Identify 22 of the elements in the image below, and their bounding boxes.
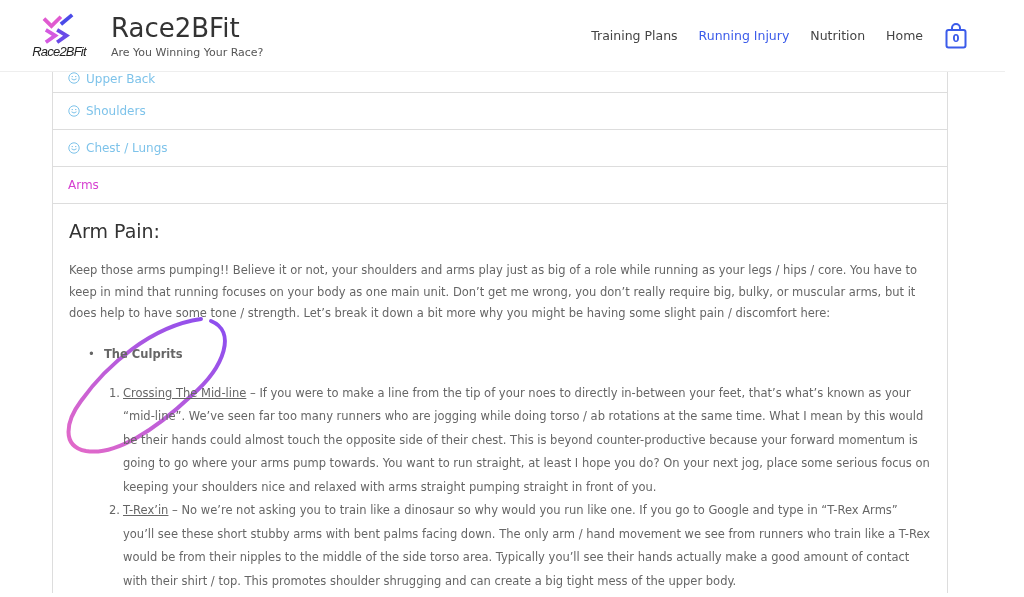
list-item: T-Rex’in – No we’re not asking you to train like a dinosaur so why would you run like one. If you go to Google and type in “T-Rex Arms” you’ll see these short stubby arms with bent palms facing down. The only arm / hand movement we see from runners who train like a T-Rex would be from their nipples to the middle of the side torso area. Typically you’ll see their hands actually make a good amount of contact with their shirt / top. This promotes shoulder shrugging and can create a big tight mess of the upper body. [123,502,931,590]
nav-link[interactable]: Nutrition [810,28,866,43]
site-tagline: Are You Winning Your Race? [111,46,264,59]
nav-link[interactable]: Home [886,28,923,43]
bag-icon [945,22,967,49]
nav-link[interactable]: Training Plans [591,28,678,43]
list-number: 2. [109,502,121,519]
cart-button[interactable]: 0 [945,22,967,49]
logo[interactable]: Race2BFit [27,12,91,59]
article-heading: Arm Pain: [69,219,161,243]
smiley-icon [68,72,80,84]
site-title[interactable]: Race2BFit [111,12,264,44]
link[interactable]: T-Rex’in [123,503,169,517]
smiley-icon [68,105,80,117]
intro-paragraph: Keep those arms pumping!! Believe it or not, your shoulders and arms play just as big of a role while running as your legs / hips / core. You have to keep in mind that running focuses on your body as one main unit. Don’t get me wrong, you don’t really require big, bulky, or muscular arms, but it does help to have some tone / strength. Let’s break it down a bit more why you might be having some slight pain / discomfort here: [69,262,918,322]
bullet-marker: • [88,345,96,363]
accordion-item[interactable]: Arms [53,167,947,204]
nav-link[interactable]: Running Injury [698,28,790,43]
smiley-icon [68,142,80,154]
logo-caption: Race2BFit [32,44,86,59]
list-number: 1. [109,384,121,402]
cart-count: 0 [951,32,961,45]
